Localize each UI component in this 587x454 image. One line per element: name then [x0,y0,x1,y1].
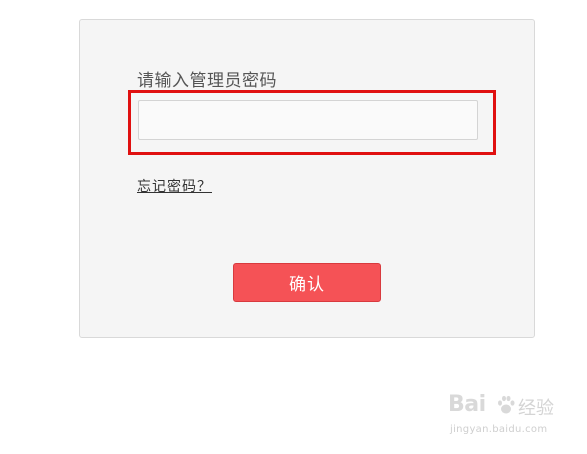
password-prompt-label: 请输入管理员密码 [137,71,277,91]
paw-icon [498,395,515,414]
confirm-button[interactable]: 确认 [233,263,381,302]
watermark-url: jingyan.baidu.com [450,424,548,435]
watermark-brand: 经验 [518,398,554,419]
highlight-annotation-box [128,90,496,155]
baidu-jingyan-watermark: Bai 经验 jingyan.baidu.com [448,392,558,440]
forgot-password-link[interactable]: 忘记密码？ [137,176,212,196]
watermark-logo: Bai [448,392,486,417]
page: 请输入管理员密码 忘记密码？ 确认 Bai 经验 jingyan.baidu.c… [0,0,587,454]
